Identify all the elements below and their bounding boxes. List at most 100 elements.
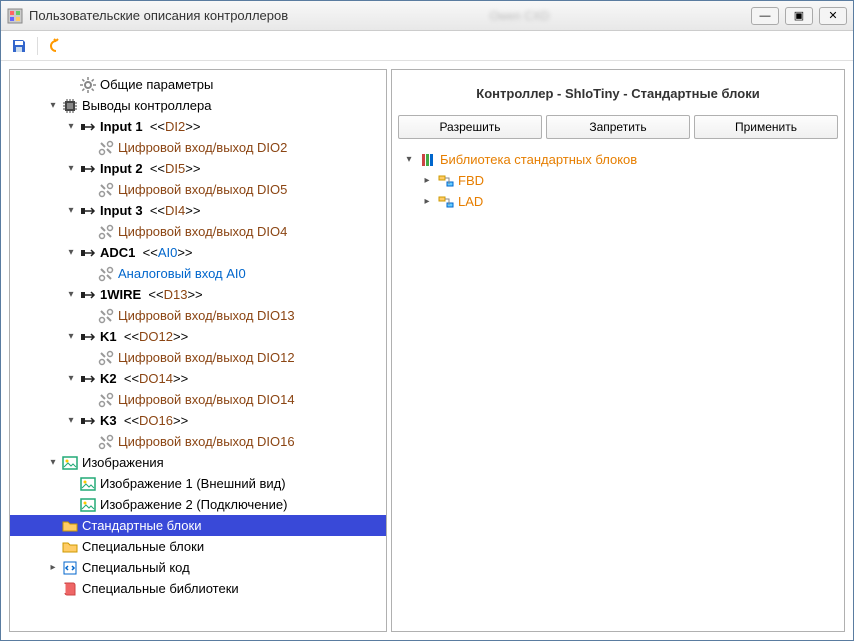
chevron-down-icon[interactable]: ▾ — [64, 289, 78, 300]
tree-item[interactable]: ▸Цифровой вход/выход DIO13 — [10, 305, 386, 326]
io-icon — [80, 413, 96, 429]
deny-button[interactable]: Запретить — [546, 115, 690, 139]
tool-icon — [98, 266, 114, 282]
tree-item-label: Input 1 <<DI2>> — [100, 119, 200, 134]
tree-item-label: Цифровой вход/выход DIO14 — [118, 392, 295, 407]
window-buttons: — ▣ ✕ — [751, 7, 847, 25]
tree-item-label: Цифровой вход/выход DIO2 — [118, 140, 287, 155]
tree-item[interactable]: ▸Цифровой вход/выход DIO12 — [10, 347, 386, 368]
tree-item[interactable]: ▾ Input 2 <<DI5>> — [10, 158, 386, 179]
tree-item[interactable]: ▸Стандартные блоки — [10, 515, 386, 536]
tree-item-label: K1 <<DO12>> — [100, 329, 188, 344]
main-window: Пользовательские описания контроллеров O… — [0, 0, 854, 641]
chevron-down-icon[interactable]: ▾ — [402, 154, 416, 165]
chevron-down-icon[interactable]: ▾ — [46, 100, 60, 111]
tree-item[interactable]: ▸Специальные библиотеки — [10, 578, 386, 599]
content-area: ▸Общие параметры ▾ Выводы контроллера ▾ Inpu… — [1, 61, 853, 640]
right-tree-label: FBD — [458, 173, 484, 188]
tree-item[interactable]: ▾ ADC1 <<AI0>> — [10, 242, 386, 263]
right-tree-item[interactable]: ▸LAD — [398, 191, 838, 212]
tool-icon — [98, 224, 114, 240]
right-panel-title: Контроллер - ShIoTiny - Стандартные блок… — [398, 76, 838, 115]
minimize-button[interactable]: — — [751, 7, 779, 25]
chevron-down-icon[interactable]: ▾ — [64, 163, 78, 174]
left-tree-panel[interactable]: ▸Общие параметры ▾ Выводы контроллера ▾ Inpu… — [9, 69, 387, 632]
tree-item[interactable]: ▾ Изображения — [10, 452, 386, 473]
tree-item[interactable]: ▸Цифровой вход/выход DIO4 — [10, 221, 386, 242]
tree-item-label: Изображения — [82, 455, 164, 470]
chevron-right-icon[interactable]: ▸ — [420, 175, 434, 186]
tree-item[interactable]: ▸Изображение 2 (Подключение) — [10, 494, 386, 515]
tree-item[interactable]: ▸Общие параметры — [10, 74, 386, 95]
gear-icon — [80, 77, 96, 93]
save-button[interactable] — [9, 36, 29, 56]
tree-item[interactable]: ▸Цифровой вход/выход DIO16 — [10, 431, 386, 452]
app-icon — [7, 8, 23, 24]
toolbar — [1, 31, 853, 61]
refresh-button[interactable] — [46, 36, 66, 56]
chip-icon — [62, 98, 78, 114]
tree-item[interactable]: ▸ Специальный код — [10, 557, 386, 578]
chevron-down-icon[interactable]: ▾ — [64, 373, 78, 384]
tree-item[interactable]: ▾ K3 <<DO16>> — [10, 410, 386, 431]
titlebar-blur-text: Owen CXD — [288, 9, 751, 23]
tree-item[interactable]: ▸Цифровой вход/выход DIO5 — [10, 179, 386, 200]
chevron-down-icon[interactable]: ▾ — [64, 331, 78, 342]
tree-item[interactable]: ▸Специальные блоки — [10, 536, 386, 557]
tree-item-label: Цифровой вход/выход DIO13 — [118, 308, 295, 323]
tree-item-label: ADC1 <<AI0>> — [100, 245, 193, 260]
chevron-right-icon[interactable]: ▸ — [46, 562, 60, 573]
tree-item-label: Цифровой вход/выход DIO12 — [118, 350, 295, 365]
tree-item[interactable]: ▾ K1 <<DO12>> — [10, 326, 386, 347]
tree-item-label: Специальный код — [82, 560, 190, 575]
right-tree-item[interactable]: ▸ FBD — [398, 170, 838, 191]
tool-icon — [98, 392, 114, 408]
folder-icon — [62, 539, 78, 555]
chevron-down-icon[interactable]: ▾ — [64, 247, 78, 258]
io-icon — [80, 245, 96, 261]
right-tree[interactable]: ▾Библиотека стандартных блоков ▸ FBD ▸LAD — [398, 149, 838, 625]
tree-item[interactable]: ▾ Выводы контроллера — [10, 95, 386, 116]
tree-item-label: Input 2 <<DI5>> — [100, 161, 200, 176]
io-icon — [80, 371, 96, 387]
tree-item[interactable]: ▾K2 <<DO14>> — [10, 368, 386, 389]
tree-item[interactable]: ▸Изображение 1 (Внешний вид) — [10, 473, 386, 494]
io-icon — [80, 161, 96, 177]
apply-button[interactable]: Применить — [694, 115, 838, 139]
code-icon — [62, 560, 78, 576]
button-row: Разрешить Запретить Применить — [398, 115, 838, 139]
io-icon — [80, 203, 96, 219]
tree-item[interactable]: ▾ Input 3 <<DI4>> — [10, 200, 386, 221]
chevron-down-icon[interactable]: ▾ — [64, 121, 78, 132]
right-panel: Контроллер - ShIoTiny - Стандартные блок… — [391, 69, 845, 632]
fbd-icon — [438, 194, 454, 210]
chevron-right-icon[interactable]: ▸ — [420, 196, 434, 207]
fbd-icon — [438, 173, 454, 189]
tree-item-label: Input 3 <<DI4>> — [100, 203, 200, 218]
chevron-down-icon[interactable]: ▾ — [46, 457, 60, 468]
tree-item[interactable]: ▾1WIRE <<D13>> — [10, 284, 386, 305]
tree-item-label: Аналоговый вход AI0 — [118, 266, 246, 281]
tree-item-label: Цифровой вход/выход DIO4 — [118, 224, 287, 239]
tree-item[interactable]: ▸Цифровой вход/выход DIO2 — [10, 137, 386, 158]
tree-item-label: Изображение 1 (Внешний вид) — [100, 476, 286, 491]
close-button[interactable]: ✕ — [819, 7, 847, 25]
img-icon — [80, 476, 96, 492]
allow-button[interactable]: Разрешить — [398, 115, 542, 139]
tree-item-label: Выводы контроллера — [82, 98, 212, 113]
tree-item-label: Специальные библиотеки — [82, 581, 239, 596]
folder-icon — [62, 518, 78, 534]
tree-item-label: K3 <<DO16>> — [100, 413, 188, 428]
img-icon — [62, 455, 78, 471]
img-icon — [80, 497, 96, 513]
tree-item[interactable]: ▸Аналоговый вход AI0 — [10, 263, 386, 284]
titlebar: Пользовательские описания контроллеров O… — [1, 1, 853, 31]
tree-item[interactable]: ▸Цифровой вход/выход DIO14 — [10, 389, 386, 410]
maximize-button[interactable]: ▣ — [785, 7, 813, 25]
tree-item[interactable]: ▾ Input 1 <<DI2>> — [10, 116, 386, 137]
tree-item-label: Цифровой вход/выход DIO16 — [118, 434, 295, 449]
chevron-down-icon[interactable]: ▾ — [64, 205, 78, 216]
right-tree-item[interactable]: ▾Библиотека стандартных блоков — [398, 149, 838, 170]
io-icon — [80, 329, 96, 345]
chevron-down-icon[interactable]: ▾ — [64, 415, 78, 426]
